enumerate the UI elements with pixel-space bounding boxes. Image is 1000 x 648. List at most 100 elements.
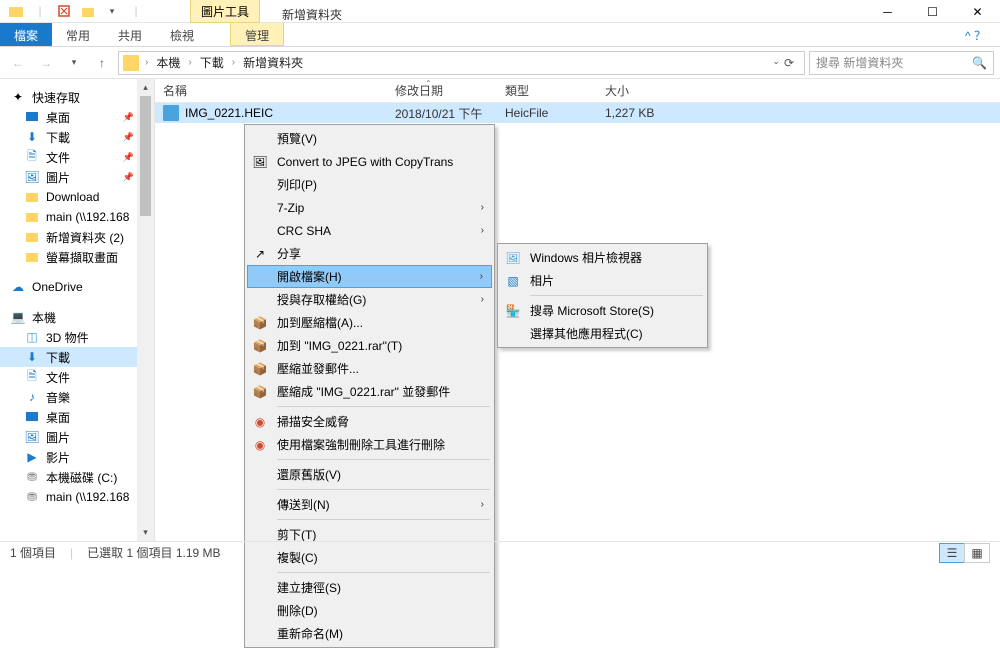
network-drive-icon: ⛃ (24, 489, 40, 505)
column-headers: ⌃ 名稱 修改日期 類型 大小 (155, 79, 1000, 103)
nav-label: 文件 (46, 149, 70, 166)
nav-recent-dropdown[interactable]: ▾ (62, 51, 86, 75)
ctx-shortcut[interactable]: 建立捷徑(S) (247, 576, 492, 599)
scroll-thumb[interactable] (140, 96, 151, 216)
sub-photos-app[interactable]: ▧相片 (500, 269, 705, 292)
breadcrumb-bar[interactable]: › 本機 › 下載 › 新增資料夾 ⌄ ⟳ (118, 51, 805, 75)
nav-main-share[interactable]: main (\\192.168 (0, 207, 154, 227)
winrar-icon: 📦 (251, 337, 269, 355)
nav-label: 圖片 (46, 169, 70, 186)
minimize-button[interactable]: ─ (865, 0, 910, 23)
breadcrumb-downloads[interactable]: 下載 (198, 54, 226, 71)
address-bar: ← → ▾ ↑ › 本機 › 下載 › 新增資料夾 ⌄ ⟳ 搜尋 新增資料夾 🔍 (0, 47, 1000, 79)
ctx-add-archive[interactable]: 📦加到壓縮檔(A)... (247, 311, 492, 334)
col-name[interactable]: 名稱 (155, 79, 387, 102)
nav-pictures[interactable]: 🖼圖片📌 (0, 167, 154, 187)
ctx-compress-email[interactable]: 📦壓縮並發郵件... (247, 357, 492, 380)
chevron-right-icon[interactable]: › (141, 57, 152, 68)
chevron-right-icon[interactable]: › (228, 57, 239, 68)
ctx-print[interactable]: 列印(P) (247, 173, 492, 196)
search-icon[interactable]: 🔍 (972, 56, 987, 70)
chevron-right-icon: › (481, 294, 484, 305)
nav-downloads-pc[interactable]: ⬇下載 (0, 347, 154, 367)
pc-icon: 💻 (10, 309, 26, 325)
chevron-right-icon[interactable]: › (184, 57, 195, 68)
ribbon-tab-home[interactable]: 常用 (52, 23, 104, 46)
nav-desktop[interactable]: 桌面📌 (0, 107, 154, 127)
nav-localdisk[interactable]: ⛃本機磁碟 (C:) (0, 467, 154, 487)
scroll-down-icon[interactable]: ▾ (137, 524, 154, 541)
ctx-restore-previous[interactable]: 還原舊版(V) (247, 463, 492, 486)
ctx-compress-rar-email[interactable]: 📦壓縮成 "IMG_0221.rar" 並發郵件 (247, 380, 492, 403)
nav-music[interactable]: ♪音樂 (0, 387, 154, 407)
ctx-send-to[interactable]: 傳送到(N)› (247, 493, 492, 516)
context-menu: 預覽(V) 🖼Convert to JPEG with CopyTrans 列印… (244, 124, 495, 648)
winrar-icon: 📦 (251, 314, 269, 332)
sub-choose-app[interactable]: 選擇其他應用程式(C) (500, 322, 705, 345)
nav-label: 螢幕擷取畫面 (46, 249, 118, 266)
col-date[interactable]: 修改日期 (387, 79, 497, 102)
nav-screenshots[interactable]: 螢幕擷取畫面 (0, 247, 154, 267)
quick-access-toolbar: | ▾ | (0, 3, 152, 19)
refresh-icon[interactable]: ⟳ (784, 56, 794, 70)
file-size: 1,227 KB (597, 106, 1000, 120)
scroll-up-icon[interactable]: ▴ (137, 79, 154, 96)
ribbon-tab-share[interactable]: 共用 (104, 23, 156, 46)
col-type[interactable]: 類型 (497, 79, 597, 102)
nav-main-share-b[interactable]: ⛃main (\\192.168 (0, 487, 154, 507)
nav-videos[interactable]: ▶影片 (0, 447, 154, 467)
folder-icon (24, 189, 40, 205)
search-box[interactable]: 搜尋 新增資料夾 🔍 (809, 51, 994, 75)
nav-label: 下載 (46, 129, 70, 146)
view-details-button[interactable]: ☰ (939, 543, 965, 563)
breadcrumb-thispc[interactable]: 本機 (154, 54, 182, 71)
breadcrumb-dropdown-icon[interactable]: ⌄ (772, 56, 780, 70)
nav-thispc[interactable]: 💻本機 (0, 307, 154, 327)
ctx-grant-access[interactable]: 授與存取權給(G)› (247, 288, 492, 311)
ctx-convert-copytrans[interactable]: 🖼Convert to JPEG with CopyTrans (247, 150, 492, 173)
nav-3dobjects[interactable]: ◫3D 物件 (0, 327, 154, 347)
ctx-preview[interactable]: 預覽(V) (247, 127, 492, 150)
nav-downloads[interactable]: ⬇下載📌 (0, 127, 154, 147)
ctx-7zip[interactable]: 7-Zip› (247, 196, 492, 219)
file-row[interactable]: IMG_0221.HEIC 2018/10/21 下午 HeicFile 1,2… (155, 103, 1000, 123)
nav-pictures-pc[interactable]: 🖼圖片 (0, 427, 154, 447)
nav-download-en[interactable]: Download (0, 187, 154, 207)
qat-dropdown-icon[interactable]: ▾ (104, 3, 120, 19)
nav-up-button[interactable]: ↑ (90, 51, 114, 75)
ctx-scan-virus[interactable]: ◉掃描安全威脅 (247, 410, 492, 433)
col-size[interactable]: 大小 (597, 79, 1000, 102)
nav-documents[interactable]: 🗎文件📌 (0, 147, 154, 167)
maximize-button[interactable]: ☐ (910, 0, 955, 23)
nav-scrollbar[interactable]: ▴ ▾ (137, 79, 154, 541)
photo-viewer-icon: 🖼 (504, 249, 522, 267)
ctx-add-rar[interactable]: 📦加到 "IMG_0221.rar"(T) (247, 334, 492, 357)
document-icon: 🗎 (24, 149, 40, 165)
ctx-open-with[interactable]: 開啟檔案(H)› (247, 265, 492, 288)
nav-forward-button[interactable]: → (34, 51, 58, 75)
breadcrumb-folder[interactable]: 新增資料夾 (241, 54, 305, 71)
ctx-force-delete[interactable]: ◉使用檔案強制刪除工具進行刪除 (247, 433, 492, 456)
winrar-icon: 📦 (251, 383, 269, 401)
ribbon-help-button[interactable]: ^ ？ (951, 23, 1000, 46)
nav-desktop-pc[interactable]: 桌面 (0, 407, 154, 427)
ribbon-tab-view[interactable]: 檢視 (156, 23, 208, 46)
ctx-share[interactable]: ↗分享 (247, 242, 492, 265)
nav-documents-pc[interactable]: 🗎文件 (0, 367, 154, 387)
new-folder-small-icon[interactable] (80, 3, 96, 19)
ctx-crcsha[interactable]: CRC SHA› (247, 219, 492, 242)
ribbon-tab-manage[interactable]: 管理 (230, 23, 284, 46)
nav-label: 桌面 (46, 109, 70, 126)
sub-ms-store[interactable]: 🏪搜尋 Microsoft Store(S) (500, 299, 705, 322)
ctx-delete[interactable]: 刪除(D) (247, 599, 492, 622)
ribbon-tab-file[interactable]: 檔案 (0, 23, 52, 46)
nav-onedrive[interactable]: ☁OneDrive (0, 277, 154, 297)
properties-icon[interactable] (56, 3, 72, 19)
nav-back-button[interactable]: ← (6, 51, 30, 75)
nav-quick-access[interactable]: ✦快速存取 (0, 87, 154, 107)
close-button[interactable]: ✕ (955, 0, 1000, 23)
sub-windows-photo-viewer[interactable]: 🖼Windows 相片檢視器 (500, 246, 705, 269)
nav-newfolder2[interactable]: 新增資料夾 (2) (0, 227, 154, 247)
view-large-icons-button[interactable]: ▦ (964, 543, 990, 563)
ctx-rename[interactable]: 重新命名(M) (247, 622, 492, 645)
